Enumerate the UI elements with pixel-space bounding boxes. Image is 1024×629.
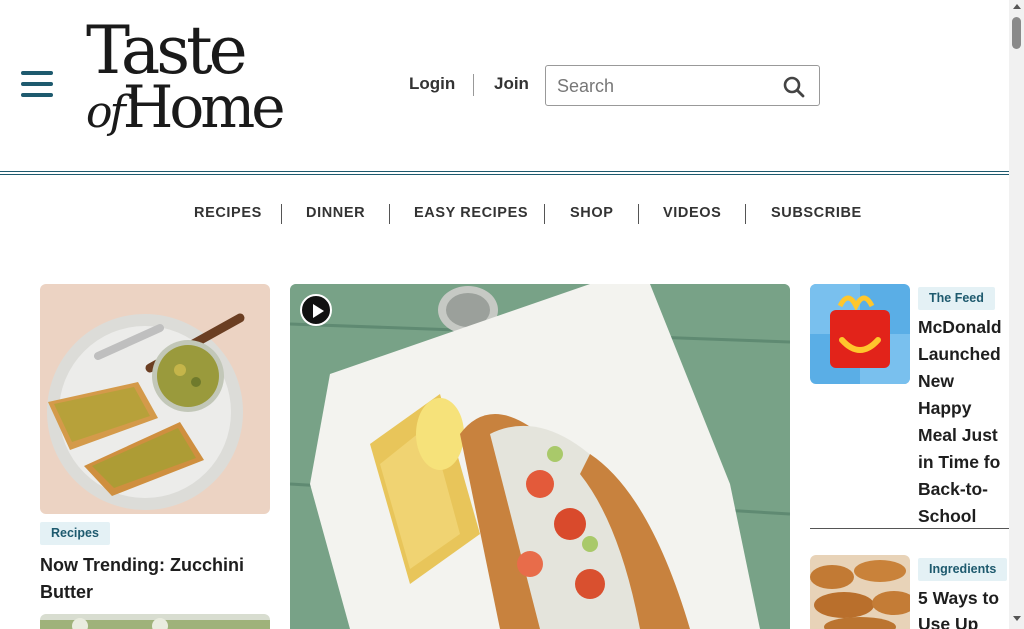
join-link[interactable]: Join — [494, 74, 529, 98]
title-line: School — [918, 506, 977, 526]
nav-divider — [281, 204, 282, 224]
scroll-down-arrow-icon[interactable] — [1013, 616, 1021, 621]
category-tag[interactable]: Recipes — [40, 522, 110, 545]
nav-item-videos[interactable]: VIDEOS — [663, 205, 721, 221]
title-line: in Time fo — [918, 452, 1001, 472]
scroll-up-arrow-icon[interactable] — [1013, 4, 1021, 9]
play-icon[interactable] — [300, 294, 332, 326]
logo-text-line2: ofHome — [86, 78, 286, 138]
article-title[interactable]: Now Trending: Zucchini Butter — [40, 552, 280, 606]
title-line: McDonald — [918, 317, 1002, 337]
logo-text-of: of — [86, 87, 126, 138]
next-article-image[interactable] — [40, 614, 270, 629]
title-line: Happy — [918, 398, 972, 418]
search-input[interactable] — [557, 74, 767, 98]
nav-item-easy-recipes[interactable]: EASY RECIPES — [414, 205, 528, 221]
zucchini-butter-image[interactable] — [40, 284, 270, 514]
title-line: New — [918, 371, 954, 391]
nav-divider — [745, 204, 746, 224]
site-logo[interactable]: Taste ofHome — [86, 18, 286, 146]
logo-text-home: Home — [122, 73, 286, 141]
nav-divider — [544, 204, 545, 224]
scroll-thumb[interactable] — [1012, 17, 1021, 49]
happy-meal-image[interactable] — [810, 284, 910, 384]
feed-article-title[interactable]: McDonald Launched New Happy Meal Just in… — [918, 314, 1009, 530]
title-line: Now Trending: Zucchini — [40, 555, 244, 575]
nav-item-recipes[interactable]: RECIPES — [194, 205, 262, 221]
title-line: Back-to- — [918, 479, 989, 499]
site-header: Taste ofHome Login Join — [0, 0, 1009, 175]
nav-item-shop[interactable]: SHOP — [570, 205, 614, 221]
hot-dog-buns-image[interactable] — [810, 555, 910, 629]
feed-article-title[interactable]: 5 Ways to Use Up — [918, 585, 1009, 629]
feed-divider — [810, 528, 1009, 529]
category-tag[interactable]: The Feed — [918, 287, 995, 310]
title-line: Use Up — [918, 614, 979, 629]
search-icon[interactable] — [782, 75, 806, 99]
search-box — [545, 65, 820, 106]
title-line: 5 Ways to — [918, 588, 1000, 608]
auth-divider — [473, 74, 474, 96]
category-tag[interactable]: Ingredients — [918, 558, 1008, 581]
lobster-roll-video-image[interactable] — [290, 284, 790, 629]
login-link[interactable]: Login — [409, 74, 455, 98]
title-line: Butter — [40, 582, 93, 602]
nav-divider — [638, 204, 639, 224]
nav-divider — [389, 204, 390, 224]
title-line: Meal Just — [918, 425, 998, 445]
nav-item-subscribe[interactable]: SUBSCRIBE — [771, 205, 862, 221]
main-nav: RECIPES DINNER EASY RECIPES SHOP VIDEOS … — [0, 200, 1009, 228]
nav-item-dinner[interactable]: DINNER — [306, 205, 365, 221]
title-line: Launched — [918, 344, 1001, 364]
menu-hamburger-icon[interactable] — [21, 71, 53, 97]
vertical-scrollbar[interactable] — [1009, 0, 1024, 629]
